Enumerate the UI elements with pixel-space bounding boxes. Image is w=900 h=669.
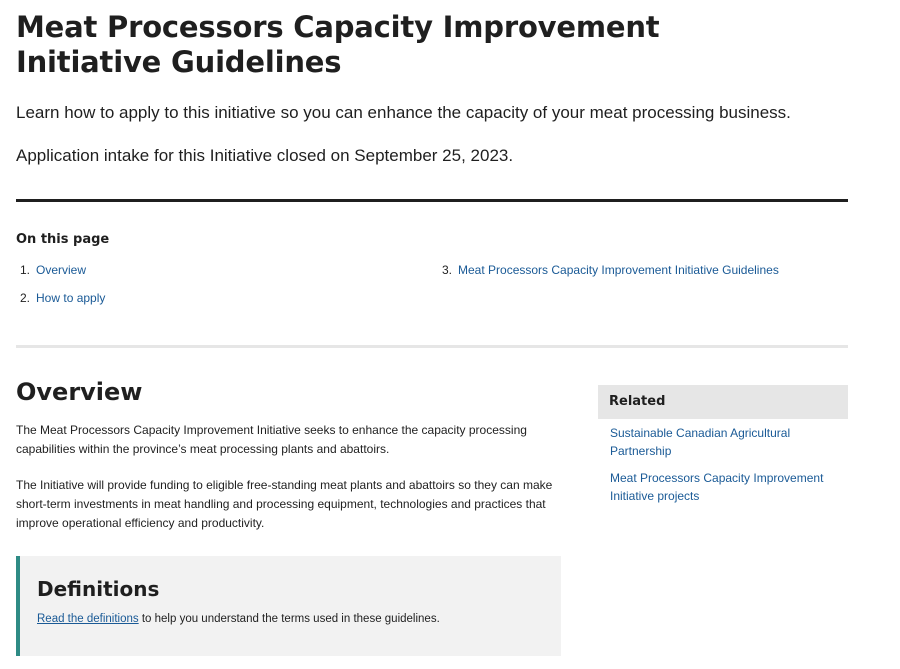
related-link-projects[interactable]: Meat Processors Capacity Improvement Ini…: [610, 469, 835, 505]
related-header: Related: [598, 385, 848, 419]
lead-paragraph: Learn how to apply to this initiative so…: [16, 103, 791, 122]
definitions-text-suffix: to help you understand the terms used in…: [138, 613, 440, 625]
definitions-text: Read the definitions to help you underst…: [37, 611, 440, 627]
toc-link-how-to-apply[interactable]: How to apply: [36, 291, 105, 305]
toc-link-overview[interactable]: Overview: [36, 263, 86, 277]
toc-link-guidelines[interactable]: Meat Processors Capacity Improvement Ini…: [458, 263, 779, 277]
on-this-page-heading: On this page: [16, 232, 110, 247]
related-heading: Related: [609, 394, 666, 409]
toc-item-how-to-apply: 2. How to apply: [20, 290, 105, 306]
page-title: Meat Processors Capacity Improvement Ini…: [16, 10, 660, 79]
toc-item-guidelines: 3. Meat Processors Capacity Improvement I…: [442, 262, 779, 278]
definitions-heading: Definitions: [37, 577, 160, 601]
section-divider: [16, 345, 848, 348]
definitions-callout: Definitions Read the definitions to help…: [16, 556, 561, 656]
related-link-sustainable-cap[interactable]: Sustainable Canadian Agricultural Partne…: [610, 424, 835, 460]
overview-paragraph: The Initiative will provide funding to e…: [16, 478, 553, 530]
overview-paragraph: The Meat Processors Capacity Improvement…: [16, 423, 527, 456]
toc-item-number: 2.: [20, 291, 31, 305]
toc-item-overview: 1. Overview: [20, 262, 86, 278]
header-divider: [16, 199, 848, 202]
overview-heading: Overview: [16, 378, 143, 406]
toc-item-number: 1.: [20, 263, 31, 277]
intake-notice: Application intake for this Initiative c…: [16, 146, 514, 165]
toc-item-number: 3.: [442, 263, 453, 277]
read-definitions-link[interactable]: Read the definitions: [37, 613, 139, 625]
